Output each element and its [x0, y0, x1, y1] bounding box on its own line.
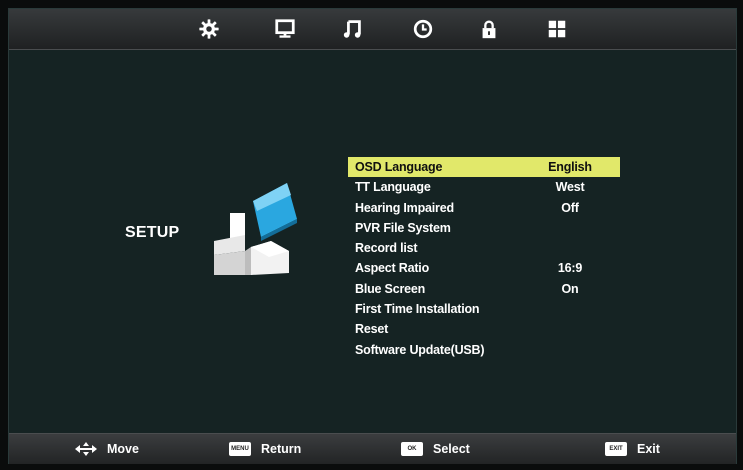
- hint-exit: EXIT Exit: [605, 434, 660, 464]
- menu-item-tt-language[interactable]: TT Language West: [348, 177, 620, 197]
- menu-item-label: Reset: [355, 322, 389, 337]
- menu-item-value: West: [555, 180, 585, 195]
- hint-return: MENU Return: [229, 434, 301, 464]
- music-note-icon[interactable]: [339, 15, 367, 43]
- menu-item-software-update-usb[interactable]: Software Update(USB): [348, 340, 620, 360]
- menu-item-label: Record list: [355, 241, 418, 256]
- top-menu-bar: [9, 9, 736, 50]
- menu-item-pvr-file-system[interactable]: PVR File System: [348, 218, 620, 238]
- hint-return-label: Return: [261, 442, 302, 456]
- exit-key-icon: EXIT: [605, 442, 627, 456]
- menu-item-value: On: [561, 281, 579, 296]
- menu-item-first-time-installation[interactable]: First Time Installation: [348, 299, 620, 319]
- lock-icon[interactable]: [475, 15, 503, 43]
- hint-move-label: Move: [107, 442, 139, 456]
- menu-item-hearing-impaired[interactable]: Hearing Impaired Off: [348, 198, 620, 218]
- menu-item-value: Off: [561, 200, 579, 215]
- gear-icon[interactable]: [195, 15, 223, 43]
- hint-exit-label: Exit: [637, 442, 660, 456]
- grid-icon[interactable]: [543, 15, 571, 43]
- menu-item-osd-language[interactable]: OSD Language English: [348, 157, 620, 178]
- monitor-icon[interactable]: [271, 15, 299, 43]
- menu-key-icon: MENU: [229, 442, 251, 456]
- setup-screen: SETUP OSD Language English TT Language West…: [8, 8, 737, 464]
- menu-item-label: Hearing Impaired: [355, 200, 454, 215]
- menu-item-aspect-ratio[interactable]: Aspect Ratio 16:9: [348, 258, 620, 278]
- setup-menu: OSD Language English TT Language West Hearin…: [348, 157, 620, 360]
- menu-item-reset[interactable]: Reset: [348, 319, 620, 339]
- hint-select: OK Select: [401, 434, 470, 464]
- menu-item-label: OSD Language: [355, 160, 443, 174]
- footer-hint-bar: Move MENU Return OK Select EXIT Exit: [9, 433, 736, 464]
- hint-select-label: Select: [433, 442, 470, 456]
- menu-item-label: Blue Screen: [355, 281, 426, 296]
- menu-item-label: First Time Installation: [355, 302, 480, 317]
- menu-item-value: 16:9: [557, 261, 583, 276]
- menu-item-blue-screen[interactable]: Blue Screen On: [348, 279, 620, 299]
- menu-item-label: Software Update(USB): [355, 342, 485, 357]
- menu-item-label: PVR File System: [355, 220, 451, 235]
- hint-move: Move: [75, 434, 139, 464]
- menu-item-record-list[interactable]: Record list: [348, 238, 620, 258]
- ok-key-icon: OK: [401, 442, 423, 456]
- clock-icon[interactable]: [409, 15, 437, 43]
- menu-item-label: Aspect Ratio: [355, 261, 430, 276]
- exit-key-label: EXIT: [605, 442, 627, 456]
- menu-key-label: MENU: [229, 442, 251, 456]
- menu-item-label: TT Language: [355, 180, 431, 195]
- setup-cube-icon: [211, 175, 301, 285]
- ok-key-label: OK: [401, 442, 423, 456]
- move-arrows-icon: [75, 442, 97, 456]
- setup-title: SETUP: [125, 224, 180, 241]
- menu-item-value: English: [548, 160, 592, 174]
